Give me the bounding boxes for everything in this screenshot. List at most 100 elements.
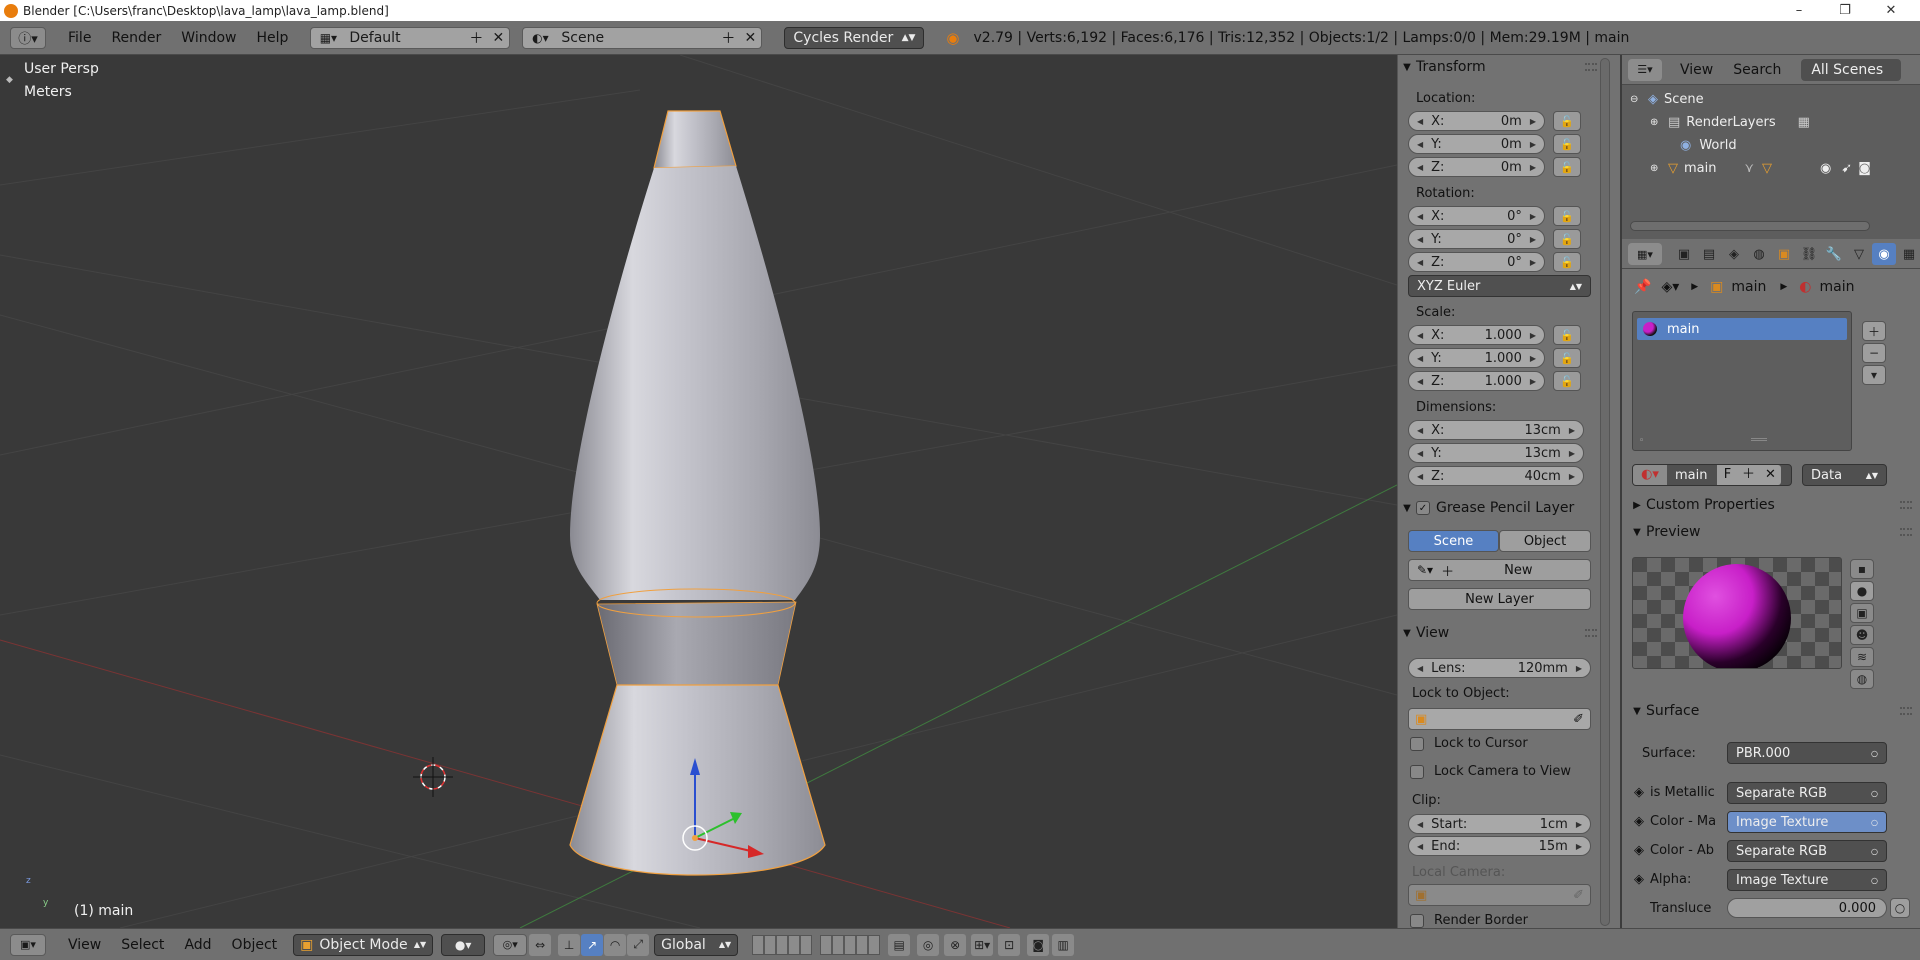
- scene-selector[interactable]: ◐▾ Scene ＋ ✕: [522, 26, 763, 49]
- snap-toggle-icon[interactable]: ⊗: [944, 933, 967, 956]
- dimension-x-field[interactable]: ◀ X: 13cm ▶: [1408, 420, 1584, 440]
- minimize-button[interactable]: –: [1776, 0, 1822, 21]
- object-context-icon[interactable]: ▣: [1772, 243, 1796, 265]
- menu-select[interactable]: Select: [111, 937, 174, 953]
- translucency-socket-icon[interactable]: ○: [1890, 898, 1910, 918]
- new-layer-button[interactable]: New Layer: [1408, 588, 1591, 610]
- rotate-manipulator-icon[interactable]: ◠: [604, 933, 627, 956]
- editor-type-3dview-button[interactable]: ▣▾: [10, 933, 46, 956]
- fake-user-toggle[interactable]: F: [1717, 465, 1738, 485]
- material-datablock-selector[interactable]: ◐▾ main F ＋ ✕: [1632, 464, 1792, 486]
- remove-scene-icon[interactable]: ✕: [739, 30, 761, 46]
- socket-metallic-field[interactable]: Separate RGB ○: [1727, 782, 1887, 804]
- lock-location-z-icon[interactable]: 🔓: [1553, 157, 1581, 177]
- render-opengl-icon[interactable]: ◙: [1027, 933, 1050, 956]
- new-grease-pencil-button[interactable]: ✎▾ ＋ New: [1408, 559, 1591, 581]
- lock-camera-checkbox[interactable]: Lock Camera to View: [1410, 764, 1571, 779]
- proportional-edit-icon[interactable]: ◎: [917, 933, 940, 956]
- translate-manipulator-icon[interactable]: ⊥: [558, 933, 581, 956]
- screen-layout-selector[interactable]: ▦▾ Default ＋ ✕: [310, 26, 511, 49]
- socket-alpha-field[interactable]: Image Texture ○: [1727, 869, 1887, 891]
- lock-rotation-z-icon[interactable]: 🔓: [1553, 252, 1581, 272]
- outliner-search-menu[interactable]: Search: [1733, 62, 1781, 78]
- modifiers-context-icon[interactable]: 🔧: [1822, 243, 1846, 265]
- material-browse-icon[interactable]: ◐▾: [1633, 465, 1667, 485]
- transform-panel-header[interactable]: ▼ Transform: [1398, 55, 1603, 79]
- add-material-slot-button[interactable]: ＋: [1862, 321, 1886, 341]
- socket-color-ab-field[interactable]: Separate RGB ○: [1727, 840, 1887, 862]
- expand-icon[interactable]: ⊕: [1650, 117, 1662, 128]
- viewport-canvas[interactable]: [0, 55, 1397, 928]
- remove-layout-icon[interactable]: ✕: [487, 30, 509, 46]
- snap-target-icon[interactable]: ⊡: [998, 933, 1021, 956]
- preview-plane-icon[interactable]: ▪: [1850, 559, 1874, 579]
- view-panel-header[interactable]: ▼ View: [1398, 621, 1603, 645]
- socket-color-ma-field[interactable]: Image Texture ○: [1727, 811, 1887, 833]
- drag-grip-icon[interactable]: [1585, 629, 1597, 637]
- lens-field[interactable]: ◀ Lens: 120mm ▶: [1408, 658, 1591, 678]
- surface-shader-field[interactable]: PBR.000 ○: [1727, 742, 1887, 764]
- preview-sphere-icon[interactable]: ●: [1850, 581, 1874, 601]
- material-slots-list[interactable]: main ◦: [1632, 311, 1852, 451]
- manipulator-toggle-icon[interactable]: ⇔: [529, 933, 552, 956]
- remove-material-slot-button[interactable]: −: [1862, 343, 1886, 363]
- viewport-shading-dropdown[interactable]: ●▾: [441, 933, 486, 956]
- menu-view[interactable]: View: [58, 937, 111, 953]
- lock-location-y-icon[interactable]: 🔓: [1553, 134, 1581, 154]
- render-context-icon[interactable]: ▣: [1672, 243, 1696, 265]
- socket-expand-icon[interactable]: ◈: [1634, 872, 1644, 887]
- render-animation-icon[interactable]: ▥: [1052, 933, 1075, 956]
- scale-z-field[interactable]: ◀ Z: 1.000 ▶: [1408, 371, 1545, 391]
- grease-pencil-panel-header[interactable]: ▼ ✓ Grease Pencil Layer: [1398, 496, 1603, 520]
- socket-expand-icon[interactable]: ◈: [1634, 785, 1644, 800]
- drag-grip-icon[interactable]: [1585, 63, 1597, 71]
- toolshelf-toggle-icon[interactable]: ◆: [6, 75, 13, 85]
- new-material-icon[interactable]: ＋: [1737, 465, 1760, 485]
- preview-hair-icon[interactable]: ≋: [1850, 647, 1874, 667]
- list-filter-icon[interactable]: ◦: [1639, 436, 1644, 446]
- pin-icon[interactable]: 📌: [1634, 279, 1651, 295]
- editor-type-info-button[interactable]: ⓘ▾: [10, 26, 46, 49]
- drag-grip-icon[interactable]: [1900, 501, 1912, 509]
- rotation-z-field[interactable]: ◀ Z: 0° ▶: [1408, 252, 1545, 272]
- layers-grid-a[interactable]: [752, 934, 813, 955]
- preview-monkey-icon[interactable]: ☻: [1850, 625, 1874, 645]
- close-window-button[interactable]: ✕: [1868, 0, 1914, 21]
- collapse-icon[interactable]: ⊖: [1630, 94, 1642, 105]
- menu-object[interactable]: Object: [222, 937, 288, 953]
- lock-to-cursor-checkbox[interactable]: Lock to Cursor: [1410, 736, 1528, 751]
- material-slot-specials-button[interactable]: ▾: [1862, 365, 1886, 385]
- lock-scale-x-icon[interactable]: 🔓: [1553, 325, 1581, 345]
- preview-panel-header[interactable]: ▼ Preview: [1628, 520, 1918, 544]
- socket-expand-icon[interactable]: ◈: [1634, 843, 1644, 858]
- drag-grip-icon[interactable]: [1900, 707, 1912, 715]
- add-layout-icon[interactable]: ＋: [465, 28, 487, 48]
- render-layers-context-icon[interactable]: ▤: [1697, 243, 1721, 265]
- lock-rotation-x-icon[interactable]: 🔓: [1553, 206, 1581, 226]
- menu-window[interactable]: Window: [171, 30, 246, 46]
- lock-scale-z-icon[interactable]: 🔓: [1553, 371, 1581, 391]
- clip-start-field[interactable]: ◀ Start: 1cm ▶: [1408, 814, 1591, 834]
- outliner-editor-type-icon[interactable]: ☰▾: [1628, 58, 1662, 81]
- lock-rotation-y-icon[interactable]: 🔓: [1553, 229, 1581, 249]
- location-x-field[interactable]: ◀ X: 0m ▶: [1408, 111, 1545, 131]
- preview-world-sphere-icon[interactable]: ◍: [1850, 669, 1874, 689]
- outliner-item-world[interactable]: ◉ World: [1622, 134, 1920, 156]
- location-z-field[interactable]: ◀ Z: 0m ▶: [1408, 157, 1545, 177]
- scene-context-icon[interactable]: ◈: [1722, 243, 1746, 265]
- scale-x-field[interactable]: ◀ X: 1.000 ▶: [1408, 325, 1545, 345]
- outliner-item-scene[interactable]: ⊖ ◈ Scene: [1622, 88, 1920, 110]
- custom-properties-panel-header[interactable]: ▶ Custom Properties: [1628, 493, 1918, 517]
- translucency-slider[interactable]: 0.000: [1727, 898, 1887, 918]
- data-context-icon[interactable]: ▽: [1847, 243, 1871, 265]
- grease-pencil-scene-tab[interactable]: Scene: [1408, 530, 1499, 552]
- grease-pencil-object-tab[interactable]: Object: [1499, 530, 1591, 552]
- renderlayer-toggle-icon[interactable]: ▦: [1798, 115, 1810, 130]
- material-slot-row[interactable]: main: [1637, 318, 1847, 340]
- outliner-item-renderlayers[interactable]: ⊕ ▤ RenderLayers ▦: [1622, 111, 1920, 133]
- scale-manipulator-icon[interactable]: ⤢: [627, 933, 650, 956]
- outliner-horizontal-scrollbar[interactable]: [1630, 221, 1870, 231]
- lock-object-field[interactable]: ▣ ✐: [1408, 708, 1591, 730]
- expand-icon[interactable]: ⊕: [1650, 163, 1662, 174]
- checkbox-checked-icon[interactable]: ✓: [1416, 501, 1430, 515]
